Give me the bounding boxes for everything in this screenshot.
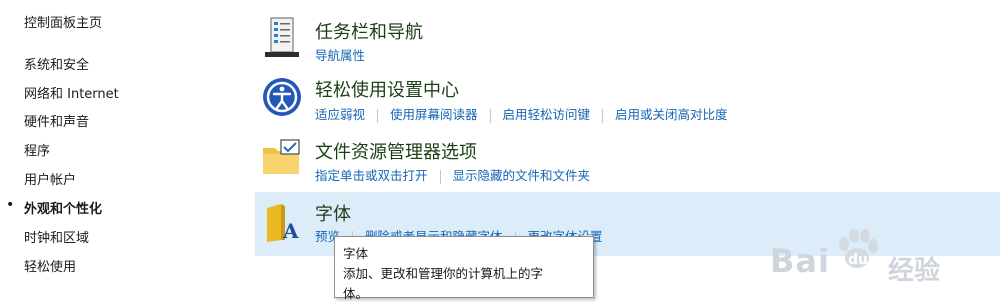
sidebar-item-appearance: 外观和个性化 bbox=[24, 202, 103, 217]
watermark-text-jingyan: 经验 bbox=[888, 256, 941, 286]
sidebar-home-link[interactable]: 控制面板主页 bbox=[24, 12, 102, 31]
sidebar-item-programs[interactable]: 程序 bbox=[24, 140, 50, 159]
sidebar: 控制面板主页 系统和安全 网络和 Internet 硬件和声音 程序 用户帐户 … bbox=[0, 0, 240, 292]
link-separator bbox=[377, 108, 379, 123]
svg-text:A: A bbox=[282, 219, 299, 243]
category-title-fonts[interactable]: 字体 bbox=[315, 200, 351, 226]
link-screen-reader[interactable]: 使用屏幕阅读器 bbox=[390, 107, 478, 122]
sidebar-item-system-security[interactable]: 系统和安全 bbox=[24, 54, 89, 73]
sidebar-item-ease-of-access[interactable]: 轻松使用 bbox=[24, 256, 76, 275]
fonts-tooltip: 字体 添加、更改和管理你的计算机上的字 体。 bbox=[334, 236, 594, 301]
category-links-taskbar: 导航属性 bbox=[315, 45, 365, 64]
watermark-text-bai: Bai bbox=[770, 242, 830, 280]
fonts-icon: A bbox=[261, 202, 303, 244]
folder-options-icon bbox=[261, 136, 303, 178]
category-title-ease-of-access[interactable]: 轻松使用设置中心 bbox=[315, 76, 459, 102]
taskbar-icon bbox=[261, 16, 303, 58]
link-single-double-click[interactable]: 指定单击或双击打开 bbox=[315, 168, 428, 183]
baidu-watermark: Bai du 经验 bbox=[770, 229, 995, 287]
link-show-hidden-files[interactable]: 显示隐藏的文件和文件夹 bbox=[453, 168, 591, 183]
link-high-contrast[interactable]: 启用或关闭高对比度 bbox=[615, 107, 728, 122]
category-title-folder-options[interactable]: 文件资源管理器选项 bbox=[315, 138, 477, 164]
sidebar-item-clock-region[interactable]: 时钟和区域 bbox=[24, 227, 89, 246]
link-low-vision[interactable]: 适应弱视 bbox=[315, 107, 365, 122]
link-navigation-properties[interactable]: 导航属性 bbox=[315, 48, 365, 63]
tooltip-description-cont: 体。 bbox=[343, 286, 369, 301]
category-title-taskbar[interactable]: 任务栏和导航 bbox=[315, 18, 423, 44]
link-separator bbox=[489, 108, 491, 123]
sidebar-item-user-accounts[interactable]: 用户帐户 bbox=[24, 169, 76, 188]
link-easy-access-keys[interactable]: 启用轻松访问键 bbox=[503, 107, 591, 122]
sidebar-item-hardware-sound[interactable]: 硬件和声音 bbox=[24, 111, 89, 130]
sidebar-item-network[interactable]: 网络和 Internet bbox=[24, 83, 119, 102]
category-links-ease-of-access: 适应弱视 使用屏幕阅读器 启用轻松访问键 启用或关闭高对比度 bbox=[315, 104, 728, 123]
watermark-text-du: du bbox=[848, 252, 868, 268]
tooltip-description: 添加、更改和管理你的计算机上的字 bbox=[343, 266, 544, 281]
link-separator bbox=[602, 108, 604, 123]
category-links-folder-options: 指定单击或双击打开 显示隐藏的文件和文件夹 bbox=[315, 165, 590, 184]
tooltip-title: 字体 bbox=[343, 246, 369, 261]
link-separator bbox=[439, 169, 441, 184]
paw-icon: du bbox=[839, 229, 878, 268]
active-bullet-icon: • bbox=[6, 197, 15, 213]
ease-of-access-icon bbox=[261, 76, 303, 118]
